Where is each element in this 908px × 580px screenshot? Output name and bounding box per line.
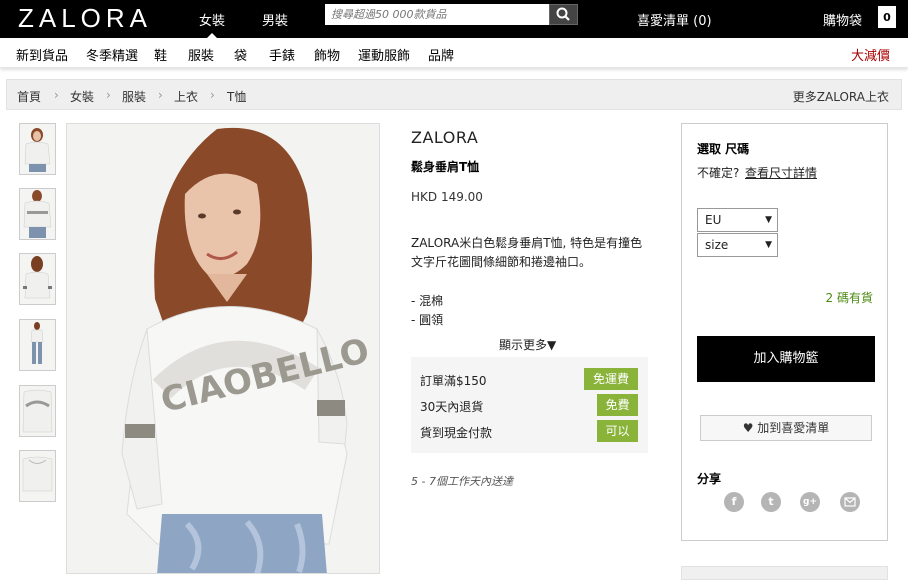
size-region-select[interactable]: EU ▼ — [697, 208, 778, 232]
chevron-down-icon: ▼ — [765, 215, 772, 225]
product-thumbnail[interactable] — [19, 385, 56, 437]
share-label: 分享 — [697, 472, 722, 486]
stock-status: 2 碼有貨 — [825, 291, 873, 305]
product-thumbnail[interactable] — [19, 253, 56, 305]
product-brand[interactable]: ZALORA — [411, 128, 478, 147]
search-input[interactable] — [325, 4, 549, 25]
breadcrumb-home[interactable]: 首頁 — [17, 88, 41, 105]
perk-free-shipping-badge: 免運費 — [584, 368, 638, 390]
size-unsure-text: 不確定? — [697, 166, 740, 180]
twitter-icon[interactable]: t — [761, 492, 781, 512]
cat-sportswear[interactable]: 運動服飾 — [358, 45, 410, 64]
wishlist-link[interactable]: 喜愛清單 (0) — [637, 10, 712, 29]
cat-accessories[interactable]: 飾物 — [314, 45, 340, 64]
perk-returns-label: 30天內退貨 — [420, 400, 484, 414]
size-guide-link[interactable]: 查看尺寸詳情 — [745, 164, 817, 181]
add-to-cart-button[interactable]: 加入購物籃 — [697, 336, 875, 382]
bag-icon[interactable]: 0 — [878, 6, 896, 28]
product-description: ZALORA米白色鬆身垂肩T恤, 特色是有撞色文字斤花圖間條細節和捲邊袖口。 — [411, 236, 643, 269]
perk-cod-label: 貨到現金付款 — [420, 426, 493, 440]
search-button[interactable] — [549, 4, 578, 25]
zalora-logo[interactable]: ZALORA — [18, 3, 152, 34]
cat-bags[interactable]: 袋 — [234, 45, 247, 64]
breadcrumb-separator: › — [54, 88, 59, 102]
cat-clothing[interactable]: 服裝 — [188, 45, 214, 64]
more-brand-link[interactable]: 更多ZALORA上衣 — [793, 88, 889, 105]
perk-cod-badge: 可以 — [597, 420, 638, 442]
chevron-down-icon: ▼ — [765, 240, 772, 250]
breadcrumb-women[interactable]: 女裝 — [70, 88, 94, 105]
product-price: HKD 149.00 — [411, 190, 483, 204]
breadcrumb-clothing[interactable]: 服裝 — [122, 88, 146, 105]
show-more-link[interactable]: 顯示更多▼ — [499, 336, 556, 353]
google-plus-icon[interactable]: g+ — [800, 492, 820, 512]
product-thumbnail[interactable] — [19, 319, 56, 371]
size-panel-title: 選取 尺碼 — [697, 142, 750, 156]
breadcrumb-separator: › — [158, 88, 163, 102]
cat-shoes[interactable]: 鞋 — [154, 45, 167, 64]
product-name: 鬆身垂肩T恤 — [411, 160, 480, 174]
email-icon[interactable] — [840, 492, 860, 512]
breadcrumb-tops[interactable]: 上衣 — [174, 88, 198, 105]
category-bar: 新到貨品 冬季精選 鞋 服裝 袋 手錶 飾物 運動服飾 品牌 大減價 — [0, 38, 908, 68]
size-select-value: size — [705, 238, 729, 252]
cat-winter[interactable]: 冬季精選 — [86, 45, 138, 64]
cat-sale[interactable]: 大減價 — [851, 45, 890, 64]
nav-women[interactable]: 女裝 — [199, 10, 225, 39]
product-thumbnail[interactable] — [19, 188, 56, 240]
product-thumbnail[interactable] — [19, 450, 56, 502]
perk-free-shipping-label: 訂單滿$150 — [420, 374, 487, 388]
product-bullet: - 圓領 — [411, 313, 444, 327]
add-to-wishlist-button[interactable]: ♥ 加到喜愛清單 — [700, 415, 872, 441]
breadcrumb-separator: › — [106, 88, 111, 102]
top-bar: ZALORA 女裝 男裝 喜愛清單 (0) 購物袋 0 — [0, 0, 908, 39]
size-panel: 選取 尺碼 不確定? 查看尺寸詳情 EU ▼ size ▼ 2 碼有貨 加入購物… — [681, 123, 888, 541]
breadcrumb: 首頁 › 女裝 › 服裝 › 上衣 › T恤 更多ZALORA上衣 — [6, 79, 902, 110]
cat-brands[interactable]: 品牌 — [428, 45, 454, 64]
product-thumbnail[interactable] — [19, 123, 56, 175]
product-bullet: - 混棉 — [411, 294, 444, 308]
shopping-bag-link[interactable]: 購物袋 — [823, 10, 862, 29]
nav-men[interactable]: 男裝 — [262, 10, 288, 29]
breadcrumb-separator: › — [210, 88, 215, 102]
facebook-icon[interactable]: f — [724, 492, 744, 512]
cat-new-arrivals[interactable]: 新到貨品 — [16, 45, 68, 64]
perk-returns-badge: 免費 — [597, 394, 638, 416]
product-main-image[interactable]: CIAOBELLO — [66, 123, 380, 574]
perks-box: 訂單滿$150 免運費 30天內退貨 免費 貨到現金付款 可以 — [411, 357, 648, 453]
search-icon — [556, 7, 570, 21]
size-select[interactable]: size ▼ — [697, 233, 778, 257]
delivery-time: 5 - 7個工作天內送達 — [411, 475, 513, 488]
cat-watches[interactable]: 手錶 — [269, 45, 295, 64]
breadcrumb-current: T恤 — [227, 90, 247, 104]
size-region-value: EU — [705, 213, 722, 227]
